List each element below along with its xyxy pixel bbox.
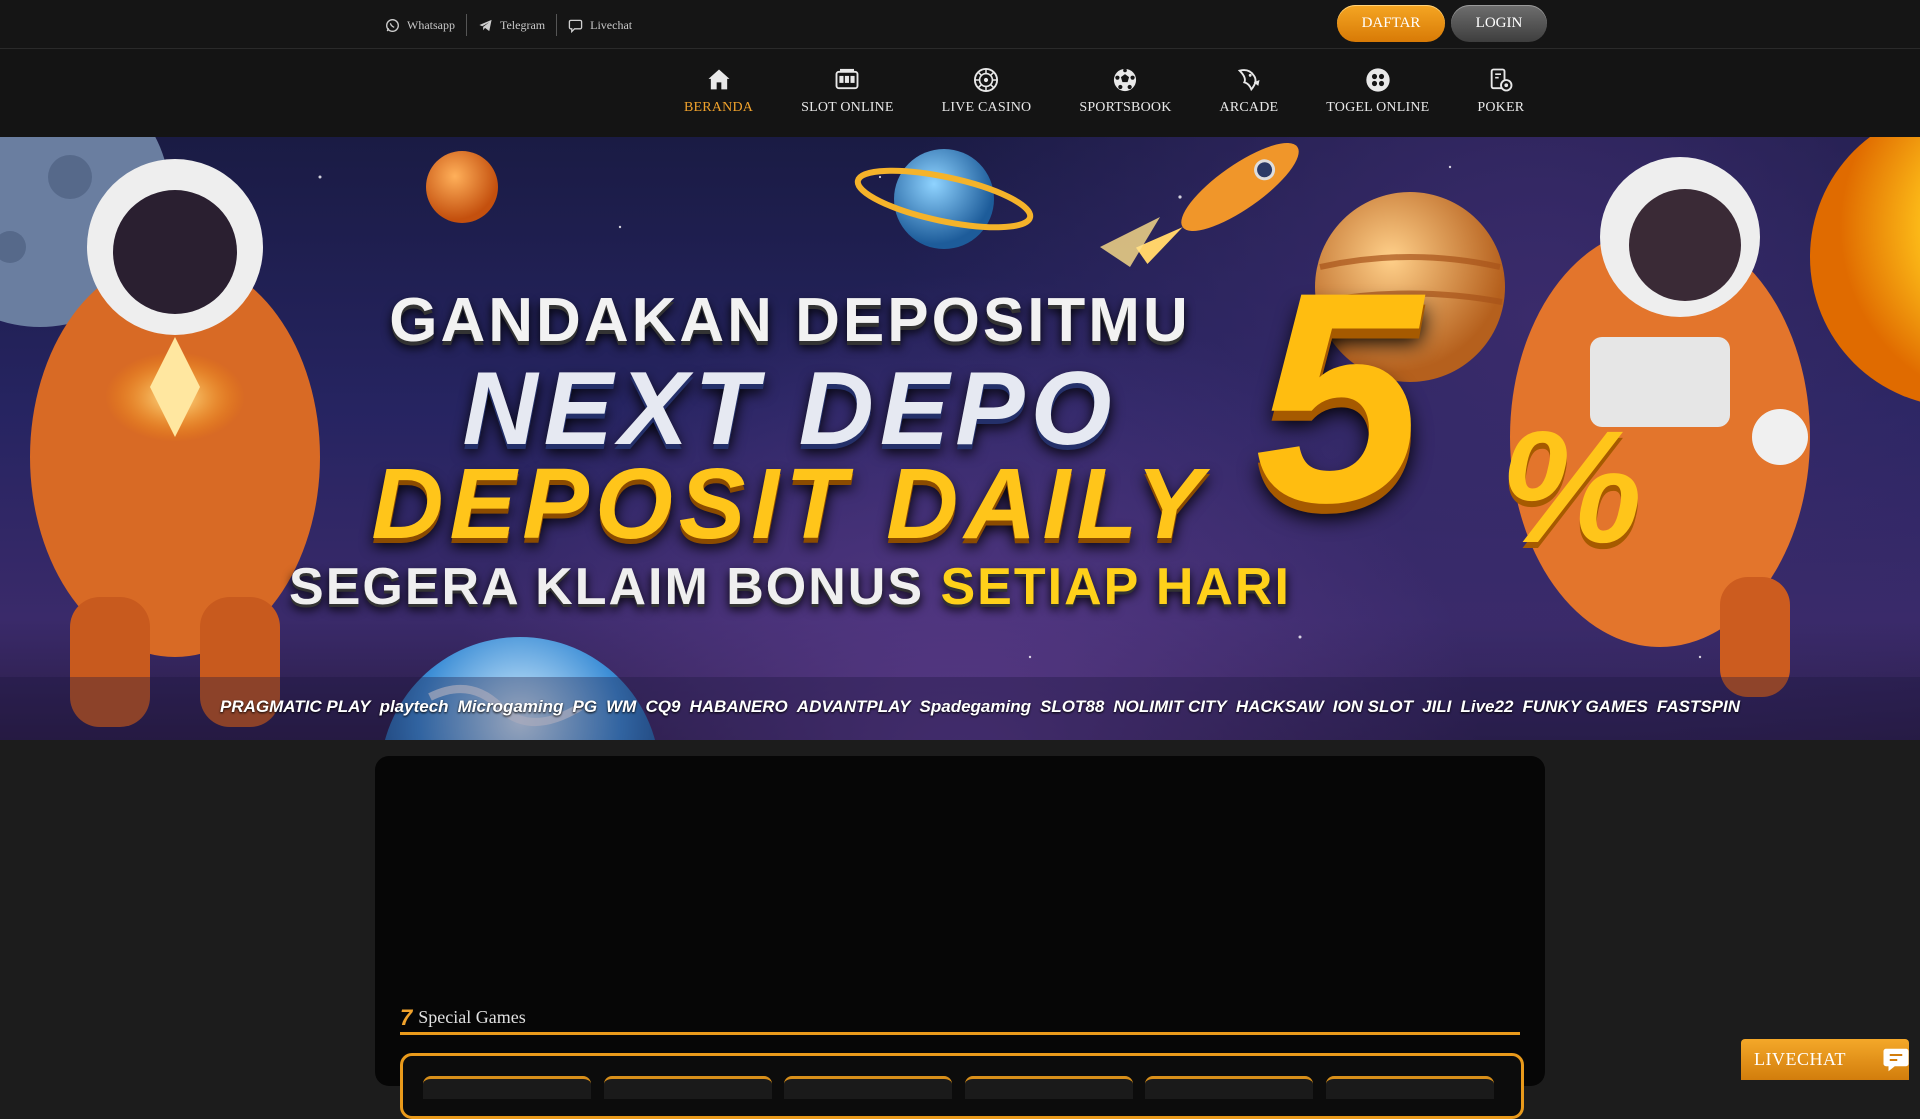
nav-item-beranda[interactable]: BERANDA — [660, 66, 777, 116]
banner-line-1: GANDAKAN DEPOSITMU — [389, 286, 1191, 355]
livechat-widget-button[interactable]: LIVECHAT — [1741, 1039, 1909, 1080]
slot-machine-icon — [835, 68, 859, 90]
seven-icon: 7 — [400, 1004, 413, 1030]
whatsapp-link[interactable]: Whatsapp — [385, 14, 467, 36]
whatsapp-label: Whatsapp — [407, 17, 455, 32]
home-icon — [708, 69, 730, 90]
provider-logo: playtech — [379, 697, 449, 716]
nav-item-live-casino[interactable]: LIVE CASINO — [918, 66, 1056, 116]
provider-logo: SLOT88 — [1040, 697, 1105, 716]
nav-label-poker: POKER — [1477, 100, 1525, 115]
lottery-ball-icon — [1366, 68, 1390, 92]
auth-buttons: DAFTAR LOGIN — [1337, 5, 1547, 42]
banner-percent-sign: % — [1500, 397, 1643, 576]
banner-line-4-b: SETIAP HARI — [940, 558, 1291, 616]
chat-bubble-icon — [568, 19, 583, 33]
provider-logo: PG — [572, 697, 598, 716]
roulette-icon — [974, 67, 999, 93]
game-card[interactable] — [604, 1076, 772, 1099]
provider-logo: HACKSAW — [1235, 697, 1324, 716]
provider-logo: NOLIMIT CITY — [1113, 697, 1227, 716]
telegram-label: Telegram — [499, 17, 546, 32]
nav-label-slot-online: SLOT ONLINE — [801, 100, 894, 115]
provider-logo: HABANERO — [689, 697, 788, 716]
nav-items: BERANDA SLOT ONLINE LIVE CASINO SPORTSBO… — [660, 66, 1548, 116]
game-card[interactable] — [1326, 1076, 1494, 1099]
chat-bubble-icon — [1883, 1048, 1909, 1072]
livechat-widget-label: LIVECHAT — [1754, 1049, 1846, 1069]
nav-item-sportsbook[interactable]: SPORTSBOOK — [1055, 66, 1195, 116]
livechat-contact-label: Livechat — [590, 17, 633, 32]
daftar-button[interactable]: DAFTAR — [1337, 5, 1445, 42]
content-panel — [375, 756, 1545, 1086]
banner-percent-digit: 5 — [1255, 229, 1422, 565]
poker-cards-icon — [1490, 68, 1513, 92]
provider-logo: FUNKY GAMES — [1522, 697, 1648, 716]
game-card[interactable] — [423, 1076, 591, 1099]
game-card[interactable] — [784, 1076, 952, 1099]
provider-logo: CQ9 — [645, 697, 681, 716]
game-card[interactable] — [965, 1076, 1133, 1099]
nav-label-live-casino: LIVE CASINO — [941, 100, 1032, 115]
banner-line-3: DEPOSIT DAILY — [371, 448, 1209, 560]
provider-logos: PRAGMATIC PLAY playtech Microgaming PG W… — [220, 697, 1740, 717]
nav-label-togel-online: TOGEL ONLINE — [1326, 100, 1430, 115]
nav-label-arcade: ARCADE — [1219, 100, 1279, 115]
top-bar: Whatsapp Telegram Livechat DAFTAR LOGIN — [0, 0, 1920, 49]
provider-logo: FASTSPIN — [1656, 697, 1740, 716]
nav-item-arcade[interactable]: ARCADE — [1196, 66, 1303, 116]
whatsapp-icon — [386, 18, 399, 32]
main-nav: BERANDA SLOT ONLINE LIVE CASINO SPORTSBO… — [0, 49, 1920, 137]
game-card[interactable] — [1145, 1076, 1313, 1099]
contact-links: Whatsapp Telegram Livechat — [385, 14, 643, 36]
telegram-icon — [479, 19, 492, 31]
promo-banner[interactable]: GANDAKAN DEPOSITMU NEXT DEPO DEPOSIT DAI… — [0, 137, 1920, 740]
special-games-title: Special Games — [418, 1007, 526, 1027]
provider-logo: JILI — [1422, 697, 1452, 716]
provider-logo: ION SLOT — [1332, 697, 1414, 716]
login-button[interactable]: LOGIN — [1451, 5, 1547, 42]
banner-line-4: SEGERA KLAIM BONUS SETIAP HARI — [0, 557, 1750, 617]
telegram-link[interactable]: Telegram — [467, 14, 558, 36]
special-games-header: 7 Special Games — [400, 1003, 1520, 1035]
provider-logo: Live22 — [1460, 697, 1514, 716]
provider-logo: Spadegaming — [919, 697, 1031, 716]
provider-logo: PRAGMATIC PLAY — [220, 697, 371, 716]
livechat-link[interactable]: Livechat — [557, 14, 643, 36]
soccer-ball-icon — [1114, 68, 1137, 92]
nav-label-beranda: BERANDA — [684, 100, 754, 115]
provider-logo: ADVANTPLAY — [796, 697, 911, 716]
provider-logo: Microgaming — [457, 697, 564, 716]
provider-logo: WM — [606, 697, 637, 716]
banner-line-4-a: SEGERA KLAIM BONUS — [289, 558, 925, 616]
nav-label-sportsbook: SPORTSBOOK — [1079, 100, 1172, 115]
nav-item-slot-online[interactable]: SLOT ONLINE — [777, 66, 918, 116]
nav-item-togel-online[interactable]: TOGEL ONLINE — [1302, 66, 1453, 116]
fish-icon — [1237, 69, 1260, 92]
nav-item-poker[interactable]: POKER — [1453, 66, 1548, 116]
